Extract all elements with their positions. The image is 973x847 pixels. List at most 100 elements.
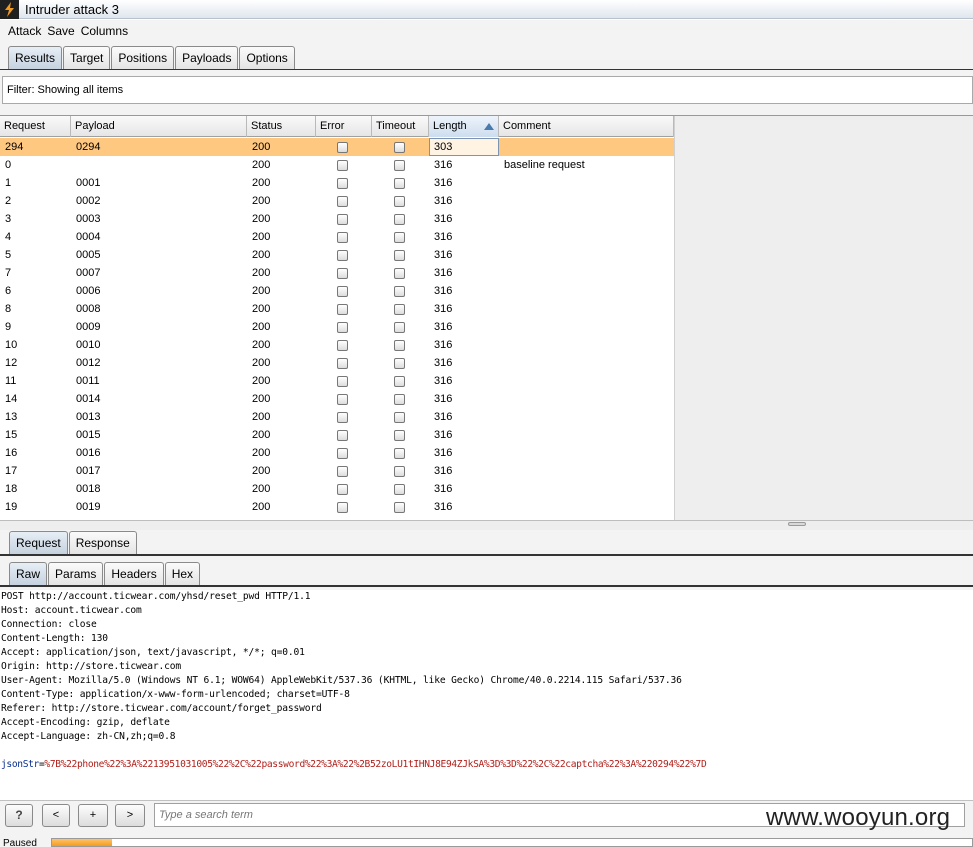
table-row[interactable]: 1 0001 200 316 [0,174,674,192]
table-row[interactable]: 2 0002 200 316 [0,192,674,210]
error-checkbox[interactable] [337,358,348,369]
timeout-checkbox[interactable] [394,322,405,333]
table-row[interactable]: 4 0004 200 316 [0,228,674,246]
table-row[interactable]: 8 0008 200 316 [0,300,674,318]
table-row[interactable]: 7 0007 200 316 [0,264,674,282]
error-checkbox[interactable] [337,268,348,279]
error-checkbox[interactable] [337,214,348,225]
help-button[interactable]: ? [5,804,33,827]
timeout-checkbox[interactable] [394,250,405,261]
cell-length: 316 [434,267,453,279]
error-checkbox[interactable] [337,304,348,315]
table-row[interactable]: 18 0018 200 316 [0,480,674,498]
table-row[interactable]: 10 0010 200 316 [0,336,674,354]
error-checkbox[interactable] [337,142,348,153]
timeout-checkbox[interactable] [394,448,405,459]
error-checkbox[interactable] [337,322,348,333]
tab-positions[interactable]: Positions [111,46,175,69]
timeout-checkbox[interactable] [394,358,405,369]
col-payload[interactable]: Payload [71,116,247,137]
table-row[interactable]: 14 0014 200 316 [0,390,674,408]
error-checkbox[interactable] [337,160,348,171]
tab-options[interactable]: Options [239,46,295,69]
table-row[interactable]: 294 0294 200 303 [0,138,674,156]
tab-payloads[interactable]: Payloads [175,46,239,69]
timeout-checkbox[interactable] [394,430,405,441]
timeout-checkbox[interactable] [394,340,405,351]
table-row[interactable]: 16 0016 200 316 [0,444,674,462]
timeout-checkbox[interactable] [394,484,405,495]
timeout-checkbox[interactable] [394,160,405,171]
menu-attack[interactable]: Attack [8,24,41,38]
col-length[interactable]: Length [429,116,499,137]
error-checkbox[interactable] [337,340,348,351]
cell-comment [499,174,674,192]
timeout-checkbox[interactable] [394,196,405,207]
timeout-checkbox[interactable] [394,214,405,225]
splitter-handle[interactable] [788,522,806,526]
timeout-checkbox[interactable] [394,232,405,243]
col-status[interactable]: Status [247,116,316,137]
error-checkbox[interactable] [337,286,348,297]
error-checkbox[interactable] [337,232,348,243]
table-row[interactable]: 3 0003 200 316 [0,210,674,228]
tab-results[interactable]: Results [8,46,63,69]
table-row[interactable]: 5 0005 200 316 [0,246,674,264]
timeout-checkbox[interactable] [394,502,405,513]
table-row[interactable]: 13 0013 200 316 [0,408,674,426]
view-tabs: Raw Params Headers Hex [9,562,201,585]
add-button[interactable]: + [78,804,108,827]
next-match-button[interactable]: > [115,804,145,827]
timeout-checkbox[interactable] [394,286,405,297]
table-row[interactable]: 15 0015 200 316 [0,426,674,444]
error-checkbox[interactable] [337,196,348,207]
table-row[interactable]: 19 0019 200 316 [0,498,674,516]
error-checkbox[interactable] [337,394,348,405]
timeout-checkbox[interactable] [394,412,405,423]
error-checkbox[interactable] [337,448,348,459]
menu-save[interactable]: Save [47,24,74,38]
table-row[interactable]: 11 0011 200 316 [0,372,674,390]
raw-request-editor[interactable]: POST http://account.ticwear.com/yhsd/res… [0,590,973,800]
timeout-checkbox[interactable] [394,394,405,405]
tab-target[interactable]: Target [63,46,111,69]
error-checkbox[interactable] [337,502,348,513]
tab-headers[interactable]: Headers [104,562,164,585]
table-row[interactable]: 17 0017 200 316 [0,462,674,480]
tab-request[interactable]: Request [9,531,68,554]
table-row[interactable]: 12 0012 200 316 [0,354,674,372]
timeout-checkbox[interactable] [394,304,405,315]
timeout-checkbox[interactable] [394,466,405,477]
tab-params[interactable]: Params [48,562,104,585]
tab-response[interactable]: Response [68,531,137,554]
error-checkbox[interactable] [337,484,348,495]
error-checkbox[interactable] [337,466,348,477]
error-checkbox[interactable] [337,250,348,261]
cell-status: 200 [252,375,271,387]
col-comment[interactable]: Comment [499,116,674,137]
timeout-checkbox[interactable] [394,268,405,279]
table-row[interactable]: 9 0009 200 316 [0,318,674,336]
error-checkbox[interactable] [337,376,348,387]
cell-payload: 0019 [76,501,101,513]
menu-columns[interactable]: Columns [81,24,128,38]
error-checkbox[interactable] [337,430,348,441]
filter-bar[interactable]: Filter: Showing all items [2,76,973,104]
cell-error [316,426,372,444]
timeout-checkbox[interactable] [394,376,405,387]
table-row[interactable]: 0 200 316 baseline request [0,156,674,174]
pane-splitter[interactable] [0,520,973,530]
timeout-checkbox[interactable] [394,178,405,189]
tab-raw[interactable]: Raw [9,562,48,585]
table-row[interactable]: 6 0006 200 316 [0,282,674,300]
timeout-checkbox[interactable] [394,142,405,153]
cell-request: 19 [5,501,18,513]
error-checkbox[interactable] [337,412,348,423]
col-timeout[interactable]: Timeout [372,116,429,137]
cell-error [316,372,372,390]
tab-hex[interactable]: Hex [164,562,201,585]
col-error[interactable]: Error [316,116,372,137]
error-checkbox[interactable] [337,178,348,189]
previous-match-button[interactable]: < [42,804,70,827]
col-request[interactable]: Request [0,116,71,137]
